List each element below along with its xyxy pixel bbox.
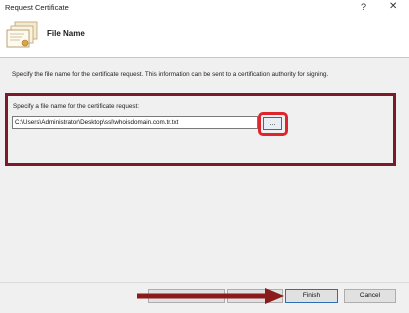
help-button[interactable]: ? [361, 2, 366, 12]
close-button[interactable]: ✕ [389, 1, 397, 12]
file-name-label: Specify a file name for the certificate … [13, 103, 139, 110]
certificate-icon [6, 21, 38, 48]
page-description: Specify the file name for the certificat… [12, 71, 329, 78]
wizard-content [0, 58, 409, 282]
title-bar: Request Certificate ? ✕ [0, 0, 409, 16]
window-title: Request Certificate [5, 3, 69, 12]
cancel-button[interactable]: Cancel [344, 289, 396, 303]
pointer-arrow-icon [137, 288, 284, 304]
wizard-header: File Name [0, 16, 409, 57]
page-title: File Name [47, 29, 85, 38]
finish-button[interactable]: Finish [285, 289, 338, 303]
browse-button[interactable]: ... [263, 117, 282, 130]
file-name-input[interactable]: C:\Users\Administrator\Desktop\ssl\whois… [12, 116, 258, 129]
